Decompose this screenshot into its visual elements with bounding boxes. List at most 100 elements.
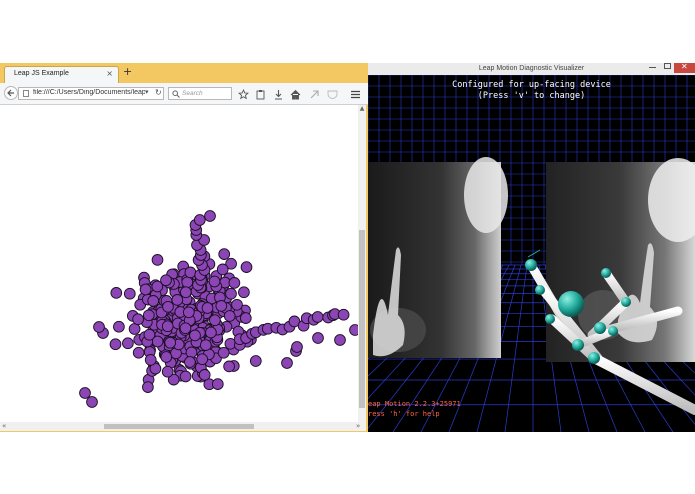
particle-plot <box>79 210 358 408</box>
back-button[interactable] <box>4 86 18 100</box>
particle <box>139 283 152 296</box>
particle <box>238 286 250 299</box>
scroll-right-arrow-icon[interactable]: » <box>356 422 360 430</box>
particle <box>144 354 157 366</box>
particle <box>122 337 134 350</box>
particle <box>215 300 228 312</box>
particle <box>142 309 155 322</box>
particle <box>240 261 253 273</box>
particle <box>349 324 358 336</box>
particle <box>161 320 174 333</box>
particle <box>79 387 91 399</box>
particle <box>312 332 324 344</box>
particle <box>291 341 303 353</box>
pocket-icon[interactable] <box>327 89 338 100</box>
particle <box>179 322 192 335</box>
visualizer-viewport[interactable]: Configured for up-facing device (Press '… <box>368 75 695 432</box>
config-message: Configured for up-facing device <box>452 80 611 90</box>
particle <box>132 313 144 326</box>
tab-leap-js-example[interactable]: Leap JS Example × <box>4 66 119 83</box>
particle <box>225 287 237 300</box>
particle <box>160 274 172 287</box>
reading-list-icon[interactable] <box>255 89 266 100</box>
tab-strip: Leap JS Example × + <box>0 63 368 83</box>
page-canvas[interactable] <box>0 105 358 422</box>
horizontal-scrollbar[interactable]: « » <box>0 422 366 431</box>
home-icon[interactable] <box>290 89 301 100</box>
particle <box>228 277 241 289</box>
particle <box>185 346 198 359</box>
vertical-scroll-thumb[interactable] <box>359 230 365 408</box>
scroll-up-arrow-icon[interactable]: ▲ <box>358 105 366 113</box>
particle <box>151 254 164 266</box>
particle <box>147 295 160 307</box>
particle <box>179 286 192 299</box>
version-label: eap Motion 2.2.3+25971 <box>368 400 461 408</box>
nav-toolbar: file:///C:/Users/Ding/Documents/leap-m ▾… <box>0 83 368 105</box>
url-bar[interactable]: file:///C:/Users/Ding/Documents/leap-m ▾… <box>18 87 164 100</box>
tab-close-icon[interactable]: × <box>106 69 113 78</box>
particle <box>162 300 174 313</box>
particle <box>179 370 192 383</box>
particle <box>93 321 105 333</box>
particle <box>334 334 346 346</box>
page-icon <box>23 90 29 97</box>
particle <box>217 346 230 359</box>
particle <box>164 336 177 349</box>
particle <box>311 311 324 323</box>
particle <box>249 355 262 367</box>
search-placeholder: Search <box>182 90 203 97</box>
vertical-scrollbar[interactable]: ▲ <box>358 105 366 422</box>
particle <box>189 329 201 342</box>
url-text: file:///C:/Users/Ding/Documents/leap-m <box>33 89 145 96</box>
particle <box>216 263 229 276</box>
particle <box>109 338 122 351</box>
share-icon[interactable] <box>309 89 320 100</box>
arrow-left-icon <box>7 89 14 97</box>
config-hint: (Press 'v' to change) <box>477 91 586 101</box>
particle <box>171 294 184 306</box>
particle <box>86 396 98 408</box>
search-input[interactable]: Search <box>168 87 232 100</box>
particle <box>142 381 154 393</box>
particle <box>161 365 174 378</box>
particle <box>223 310 236 322</box>
scroll-left-arrow-icon[interactable]: « <box>2 422 6 430</box>
particle <box>211 378 224 390</box>
minimize-icon[interactable] <box>649 67 656 68</box>
particle <box>181 276 194 289</box>
search-icon <box>172 90 180 98</box>
maximize-icon[interactable] <box>664 63 671 69</box>
visualizer-window: Leap Motion Diagnostic Visualizer ✕ Conf… <box>368 62 695 432</box>
particle <box>223 360 235 373</box>
close-icon: ✕ <box>681 62 688 71</box>
particle <box>337 308 350 321</box>
browser-window: Leap JS Example × + file:///C:/Users/Din… <box>0 63 368 432</box>
particle <box>184 356 196 368</box>
url-dropdown-icon[interactable]: ▾ <box>145 88 149 96</box>
particle <box>196 353 209 366</box>
close-button[interactable]: ✕ <box>674 62 695 73</box>
particle <box>231 298 243 311</box>
camera-image-left <box>368 157 508 358</box>
horizontal-scroll-thumb[interactable] <box>104 424 254 429</box>
tab-title: Leap JS Example <box>14 70 69 77</box>
menu-icon[interactable] <box>350 89 361 100</box>
particle <box>209 314 221 327</box>
particle <box>218 248 231 260</box>
download-icon[interactable] <box>273 89 284 100</box>
particle <box>239 312 252 324</box>
particle <box>199 339 212 351</box>
reload-icon[interactable]: ↻ <box>155 88 162 97</box>
window-title: Leap Motion Diagnostic Visualizer <box>478 65 585 72</box>
particle <box>160 351 173 363</box>
particle <box>281 357 293 369</box>
particle <box>123 287 136 300</box>
particle <box>132 346 145 359</box>
particle <box>182 306 195 319</box>
particle <box>143 328 156 341</box>
particle <box>184 266 197 279</box>
particle <box>205 326 217 339</box>
bookmark-star-icon[interactable] <box>238 89 249 100</box>
new-tab-button[interactable]: + <box>123 66 132 78</box>
